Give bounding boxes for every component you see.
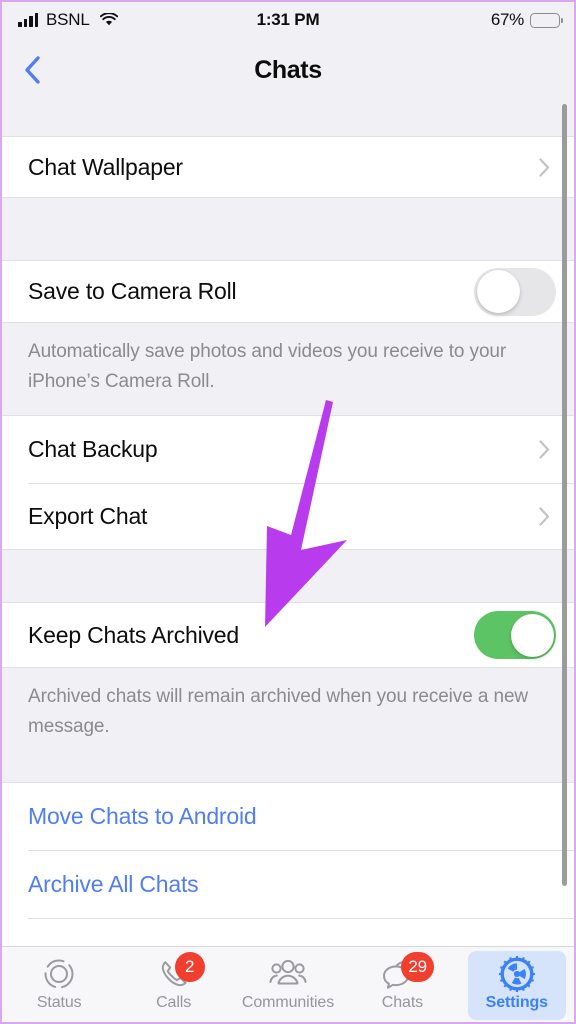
chevron-right-icon <box>539 157 550 177</box>
chevron-right-icon <box>539 440 550 459</box>
wifi-icon <box>99 13 118 26</box>
tab-bar: Status 2 Calls Communities 29 Chats Sett… <box>2 946 574 1022</box>
carrier-name: BSNL <box>46 10 90 29</box>
settings-list: Chat Wallpaper Save to Camera Roll Autom… <box>2 102 574 950</box>
people-group-icon <box>265 957 311 991</box>
note-save-to-camera-roll: Automatically save photos and videos you… <box>2 322 574 416</box>
battery-icon <box>530 12 563 28</box>
tab-label: Communities <box>241 994 335 1011</box>
row-label: Chat Backup <box>28 436 158 462</box>
signal-bars-icon <box>18 13 38 27</box>
status-bar: BSNL 1:31 PM 67% <box>2 2 574 38</box>
toggle-knob <box>476 270 520 313</box>
row-save-to-camera-roll[interactable]: Save to Camera Roll <box>2 260 574 322</box>
tab-label: Status <box>36 994 82 1011</box>
status-bar-right: 67% <box>490 10 563 30</box>
section-gap-top <box>2 102 574 136</box>
row-label: Export Chat <box>28 502 148 529</box>
row-label: Move Chats to Android <box>28 803 257 829</box>
note-keep-chats-archived: Archived chats will remain archived when… <box>2 667 574 760</box>
tab-status[interactable]: Status <box>2 947 116 1022</box>
row-chat-wallpaper[interactable]: Chat Wallpaper <box>2 136 574 198</box>
tab-calls[interactable]: 2 Calls <box>116 947 230 1022</box>
row-export-chat[interactable]: Export Chat <box>2 483 574 550</box>
tab-label: Settings <box>485 994 548 1011</box>
gear-icon <box>494 956 540 992</box>
row-partial-next[interactable] <box>2 918 574 946</box>
section-gap-3 <box>2 760 574 782</box>
row-label: Save to Camera Roll <box>28 278 237 304</box>
toggle-knob <box>510 613 554 657</box>
battery-percentage: 67% <box>490 10 524 29</box>
back-button[interactable] <box>12 50 52 90</box>
section-gap-1 <box>2 198 574 260</box>
tab-settings[interactable]: Settings <box>460 947 574 1022</box>
phone-screen: BSNL 1:31 PM 67% Chats Chat Wallpaper Sa… <box>0 0 576 1024</box>
tab-chats[interactable]: 29 Chats <box>345 947 459 1022</box>
section-gap-2 <box>2 550 574 602</box>
navigation-bar: Chats <box>2 38 574 102</box>
row-label: Archive All Chats <box>28 870 199 897</box>
page-title: Chats <box>254 55 322 84</box>
phone-handset-icon: 2 <box>151 952 205 991</box>
row-chat-backup[interactable]: Chat Backup <box>2 416 574 483</box>
row-archive-all-chats[interactable]: Archive All Chats <box>2 850 574 918</box>
tab-label: Chats <box>381 994 424 1011</box>
tab-label: Calls <box>156 994 192 1011</box>
speech-bubbles-icon: 29 <box>379 952 434 991</box>
chevron-left-icon <box>25 56 40 84</box>
toggle-save-to-camera-roll[interactable] <box>474 267 556 316</box>
badge-chats: 29 <box>401 952 434 982</box>
status-rings-icon <box>36 957 82 991</box>
toggle-keep-chats-archived[interactable] <box>474 611 556 659</box>
badge-calls: 2 <box>174 952 205 982</box>
tab-communities[interactable]: Communities <box>231 947 345 1022</box>
row-label: Chat Wallpaper <box>28 153 183 180</box>
row-move-chats-to-android[interactable]: Move Chats to Android <box>2 782 574 850</box>
row-label: Keep Chats Archived <box>28 621 239 648</box>
vertical-scrollbar[interactable] <box>562 104 567 886</box>
status-bar-left: BSNL <box>18 10 118 30</box>
row-keep-chats-archived[interactable]: Keep Chats Archived <box>2 602 574 667</box>
chevron-right-icon <box>539 506 550 526</box>
